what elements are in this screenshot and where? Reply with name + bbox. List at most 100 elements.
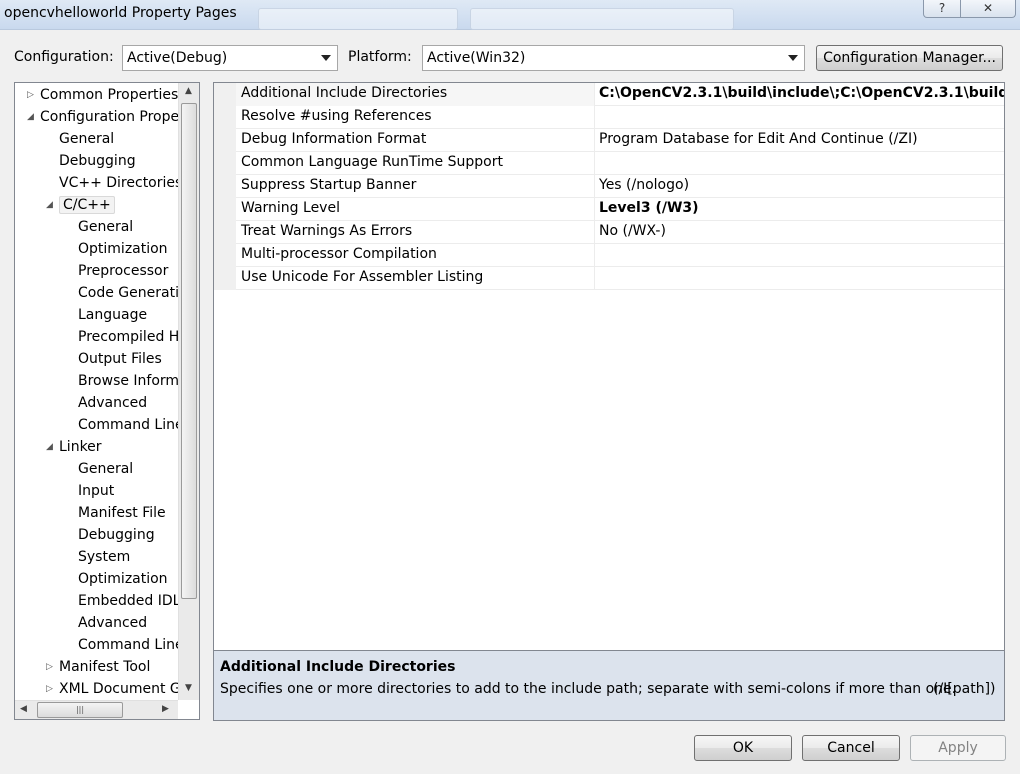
configuration-dropdown[interactable]: Active(Debug) bbox=[122, 45, 338, 71]
scroll-thumb[interactable] bbox=[181, 103, 197, 599]
scroll-up-icon[interactable]: ▲ bbox=[185, 86, 192, 96]
tree-item-label: Advanced bbox=[78, 615, 148, 631]
tree-item[interactable]: Optimization bbox=[78, 239, 168, 261]
property-value[interactable] bbox=[595, 106, 1004, 129]
tree-expander-icon[interactable]: ◢ bbox=[46, 437, 56, 457]
property-pages-dialog: Configuration: Active(Debug) Platform: A… bbox=[0, 30, 1020, 774]
property-row[interactable]: Use Unicode For Assembler Listing bbox=[214, 267, 1004, 290]
property-value[interactable]: Level3 (/W3) bbox=[595, 198, 1004, 221]
scroll-left-icon[interactable]: ◀ bbox=[20, 704, 27, 714]
tree-item[interactable]: Language bbox=[78, 305, 147, 327]
tree-item[interactable]: Output Files bbox=[78, 349, 162, 371]
tree-item-label: Common Properties bbox=[40, 87, 179, 103]
property-value[interactable] bbox=[595, 244, 1004, 267]
ok-button[interactable]: OK bbox=[694, 735, 792, 761]
tree-item-label: System bbox=[78, 549, 131, 565]
property-value[interactable]: Program Database for Edit And Continue (… bbox=[595, 129, 1004, 152]
scroll-thumb[interactable]: ||| bbox=[37, 702, 123, 718]
chevron-down-icon bbox=[321, 55, 331, 61]
property-value[interactable]: C:\OpenCV2.3.1\build\include\;C:\OpenCV2… bbox=[595, 83, 1004, 106]
property-row[interactable]: Warning Level Level3 (/W3) bbox=[214, 198, 1004, 221]
close-icon: ✕ bbox=[982, 1, 994, 15]
tree-item[interactable]: Optimization bbox=[78, 569, 168, 591]
tree-expander-icon[interactable]: ▷ bbox=[27, 85, 37, 105]
tree-item[interactable]: VC++ Directories bbox=[59, 173, 182, 195]
row-gutter bbox=[214, 267, 236, 290]
apply-button[interactable]: Apply bbox=[910, 735, 1006, 761]
property-row[interactable]: Multi-processor Compilation bbox=[214, 244, 1004, 267]
tree-expander-icon[interactable]: ◢ bbox=[27, 107, 37, 127]
scroll-down-icon[interactable]: ▼ bbox=[185, 683, 192, 693]
tree-item-label: Manifest File bbox=[78, 505, 166, 521]
tree-horizontal-scrollbar[interactable]: ◀ ||| ▶ bbox=[15, 700, 178, 719]
tree-item-label: Linker bbox=[59, 439, 102, 455]
background-window-fragment bbox=[470, 8, 734, 30]
tree-vertical-scrollbar[interactable]: ▲ ▼ bbox=[178, 83, 199, 700]
tree-item-label: Debugging bbox=[59, 153, 136, 169]
tree-item[interactable]: Advanced bbox=[78, 393, 147, 415]
tree-item[interactable]: C/C++ bbox=[59, 195, 115, 217]
property-row[interactable]: Debug Information Format Program Database… bbox=[214, 129, 1004, 152]
property-value[interactable]: No (/WX-) bbox=[595, 221, 1004, 244]
tree-item-label: Language bbox=[78, 307, 148, 323]
platform-dropdown[interactable]: Active(Win32) bbox=[422, 45, 805, 71]
tree-item-label: General bbox=[78, 461, 134, 477]
property-row[interactable]: Resolve #using References bbox=[214, 106, 1004, 129]
tree-item[interactable]: Linker bbox=[59, 437, 102, 459]
tree-expander-icon[interactable]: ◢ bbox=[46, 195, 56, 215]
help-button[interactable]: ? bbox=[923, 0, 961, 18]
property-row[interactable]: Suppress Startup Banner Yes (/nologo) bbox=[214, 175, 1004, 198]
property-grid: Additional Include Directories C:\OpenCV2… bbox=[213, 82, 1005, 652]
property-value[interactable] bbox=[595, 267, 1004, 290]
description-text: Specifies one or more directories to add… bbox=[220, 681, 957, 697]
property-row[interactable]: Treat Warnings As Errors No (/WX-) bbox=[214, 221, 1004, 244]
tree-item-label: Debugging bbox=[78, 527, 155, 543]
tree-item[interactable]: Manifest File bbox=[78, 503, 166, 525]
tree-expander-icon[interactable]: ▷ bbox=[46, 657, 56, 677]
row-gutter bbox=[214, 244, 236, 267]
property-row[interactable]: Additional Include Directories C:\OpenCV2… bbox=[214, 83, 1004, 106]
property-name: Resolve #using References bbox=[236, 106, 595, 129]
tree-item[interactable]: System bbox=[78, 547, 130, 569]
tree-item[interactable]: Debugging bbox=[59, 151, 136, 173]
tree-expander-icon[interactable]: ▷ bbox=[46, 679, 56, 699]
cancel-button[interactable]: Cancel bbox=[802, 735, 900, 761]
tree-item[interactable]: Command Line bbox=[78, 635, 184, 657]
tree-item-label: General bbox=[59, 131, 115, 147]
tree-item[interactable]: Embedded IDL bbox=[78, 591, 180, 613]
property-name: Debug Information Format bbox=[236, 129, 595, 152]
tree-item[interactable]: Preprocessor bbox=[78, 261, 168, 283]
tree-item-label: Configuration Properties bbox=[40, 109, 200, 125]
tree-item[interactable]: General bbox=[78, 217, 133, 239]
property-name: Multi-processor Compilation bbox=[236, 244, 595, 267]
property-name: Treat Warnings As Errors bbox=[236, 221, 595, 244]
tree-item-label: General bbox=[78, 219, 134, 235]
property-name: Warning Level bbox=[236, 198, 595, 221]
tree-item[interactable]: General bbox=[59, 129, 114, 151]
tree-item[interactable]: Input bbox=[78, 481, 114, 503]
property-tree: ▷ Common Properties ◢ Configuration Propert… bbox=[14, 82, 200, 720]
description-title: Additional Include Directories bbox=[220, 659, 456, 675]
tree-item[interactable]: Advanced bbox=[78, 613, 147, 635]
tree-item[interactable]: Common Properties bbox=[40, 85, 178, 107]
window-title: opencvhelloworld Property Pages bbox=[4, 5, 237, 21]
close-button[interactable]: ✕ bbox=[960, 0, 1016, 18]
property-name: Common Language RunTime Support bbox=[236, 152, 595, 175]
configuration-value: Active(Debug) bbox=[127, 50, 228, 66]
configuration-manager-button[interactable]: Configuration Manager... bbox=[816, 45, 1003, 71]
tree-item[interactable]: Debugging bbox=[78, 525, 155, 547]
property-row[interactable]: Common Language RunTime Support bbox=[214, 152, 1004, 175]
row-gutter bbox=[214, 129, 236, 152]
property-value[interactable]: Yes (/nologo) bbox=[595, 175, 1004, 198]
tree-item-label: Manifest Tool bbox=[59, 659, 151, 675]
tree-item[interactable]: General bbox=[78, 459, 133, 481]
tree-item[interactable]: Command Line bbox=[78, 415, 184, 437]
tree-item-label: Optimization bbox=[78, 241, 168, 257]
scroll-right-icon[interactable]: ▶ bbox=[162, 704, 169, 714]
property-value[interactable] bbox=[595, 152, 1004, 175]
description-panel: Additional Include Directories Specifies… bbox=[213, 650, 1005, 721]
tree-item-label: VC++ Directories bbox=[59, 175, 183, 191]
tree-item[interactable]: Configuration Properties bbox=[40, 107, 200, 129]
property-name: Use Unicode For Assembler Listing bbox=[236, 267, 595, 290]
tree-item[interactable]: Manifest Tool bbox=[59, 657, 150, 679]
